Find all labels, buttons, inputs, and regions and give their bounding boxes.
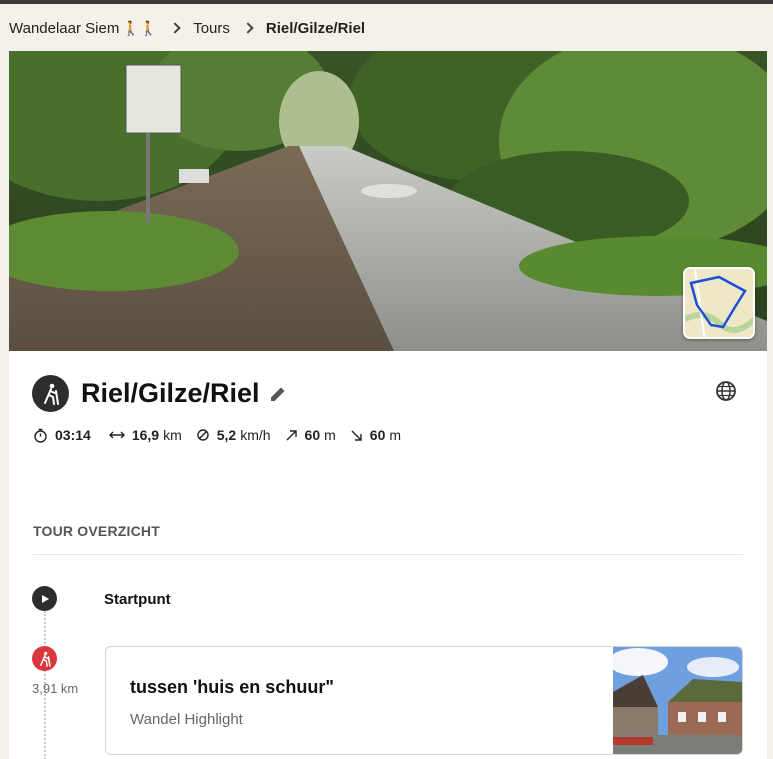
- globe-icon[interactable]: [715, 380, 737, 407]
- stat-ascent: 60 m: [285, 427, 336, 443]
- stopwatch-icon: [34, 428, 47, 443]
- pencil-edit-icon[interactable]: [269, 385, 287, 403]
- speed-value: 5,2: [216, 427, 237, 443]
- tour-card: Riel/Gilze/Riel 03:14 16,9 km 5,2 km/h 6…: [9, 51, 767, 759]
- breadcrumb-current: Riel/Gilze/Riel: [265, 19, 366, 37]
- hiking-icon: [32, 375, 69, 412]
- highlight-hiking-icon: [32, 646, 57, 671]
- walking-emoji: 🚶🚶: [122, 19, 158, 36]
- breadcrumb-user-name: Wandelaar Siem: [9, 19, 120, 37]
- highlight-distance: 3,91 km: [32, 681, 79, 696]
- route-map-thumbnail[interactable]: [683, 267, 755, 339]
- route-map-icon: [685, 269, 753, 337]
- play-icon: [32, 586, 57, 611]
- start-point-label[interactable]: Startpunt: [104, 591, 171, 608]
- duration-value: 03:14: [55, 427, 91, 443]
- stat-descent: 60 m: [350, 427, 401, 443]
- speed-icon: [197, 429, 209, 441]
- chevron-right-icon: [242, 22, 254, 34]
- distance-arrows-icon: [108, 431, 125, 439]
- tour-title: Riel/Gilze/Riel: [81, 378, 260, 408]
- highlight-type: Wandel Highlight: [130, 711, 243, 728]
- breadcrumb: Wandelaar Siem 🚶🚶 Tours Riel/Gilze/Riel: [9, 17, 365, 39]
- window-top-bar: [0, 0, 773, 4]
- breadcrumb-tours-link[interactable]: Tours: [193, 20, 230, 37]
- distance-value: 16,9: [131, 427, 160, 443]
- distance-unit: km: [163, 427, 182, 443]
- ascent-value: 60: [304, 427, 321, 443]
- highlight-photo: [613, 647, 742, 754]
- highlight-card[interactable]: tussen 'huis en schuur" Wandel Highlight: [105, 646, 743, 755]
- stat-speed: 5,2 km/h: [196, 427, 271, 443]
- forest-road-photo: [9, 51, 767, 351]
- arrow-up-right-icon: [286, 429, 297, 440]
- ascent-unit: m: [324, 427, 336, 443]
- hero-photo[interactable]: [9, 51, 767, 351]
- arrow-down-right-icon: [351, 430, 362, 441]
- descent-value: 60: [369, 427, 386, 443]
- section-divider: [33, 554, 743, 555]
- breadcrumb-user-link[interactable]: Wandelaar Siem 🚶🚶: [9, 20, 157, 37]
- descent-unit: m: [389, 427, 402, 443]
- speed-unit: km/h: [240, 427, 271, 443]
- section-title-overview: TOUR OVERZICHT: [33, 523, 160, 539]
- stat-duration: 03:14: [33, 427, 95, 443]
- chevron-right-icon: [169, 22, 181, 34]
- highlight-name: tussen 'huis en schuur": [130, 677, 334, 697]
- stat-distance: 16,9 km: [108, 427, 182, 443]
- tour-title-row: Riel/Gilze/Riel: [32, 375, 287, 412]
- tour-stats: 03:14 16,9 km 5,2 km/h 60 m 60 m: [33, 427, 415, 443]
